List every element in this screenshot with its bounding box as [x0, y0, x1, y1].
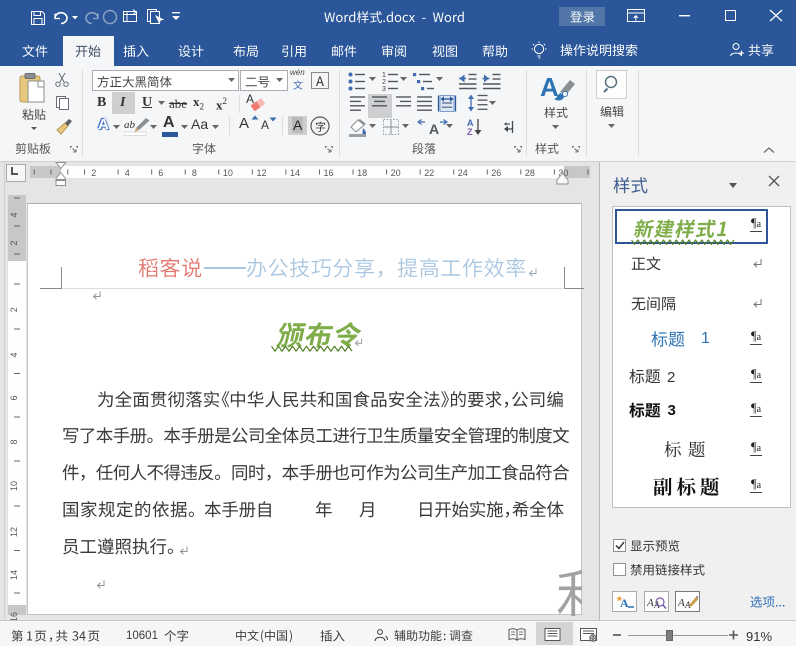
svg-text:8: 8	[9, 439, 19, 444]
svg-text:12: 12	[9, 527, 19, 537]
svg-text:2: 2	[9, 307, 19, 312]
svg-text:18: 18	[357, 168, 367, 178]
svg-text:6: 6	[9, 395, 19, 400]
svg-text:10: 10	[223, 168, 233, 178]
svg-text:14: 14	[290, 168, 300, 178]
svg-text:10: 10	[9, 481, 19, 491]
svg-text:12: 12	[256, 168, 266, 178]
svg-text:26: 26	[491, 168, 501, 178]
svg-text:2: 2	[91, 168, 96, 178]
svg-text:A: A	[647, 597, 654, 609]
svg-text:8: 8	[192, 168, 197, 178]
svg-text:4: 4	[9, 352, 19, 357]
svg-text:28: 28	[525, 168, 535, 178]
svg-text:2: 2	[9, 240, 19, 245]
svg-text:24: 24	[458, 168, 468, 178]
svg-text:6: 6	[158, 168, 163, 178]
svg-text:4: 4	[125, 168, 130, 178]
svg-text:16: 16	[324, 168, 334, 178]
svg-text:4: 4	[9, 212, 19, 217]
svg-text:14: 14	[9, 570, 19, 580]
svg-text:22: 22	[424, 168, 434, 178]
svg-text:A: A	[678, 597, 685, 609]
svg-text:20: 20	[391, 168, 401, 178]
